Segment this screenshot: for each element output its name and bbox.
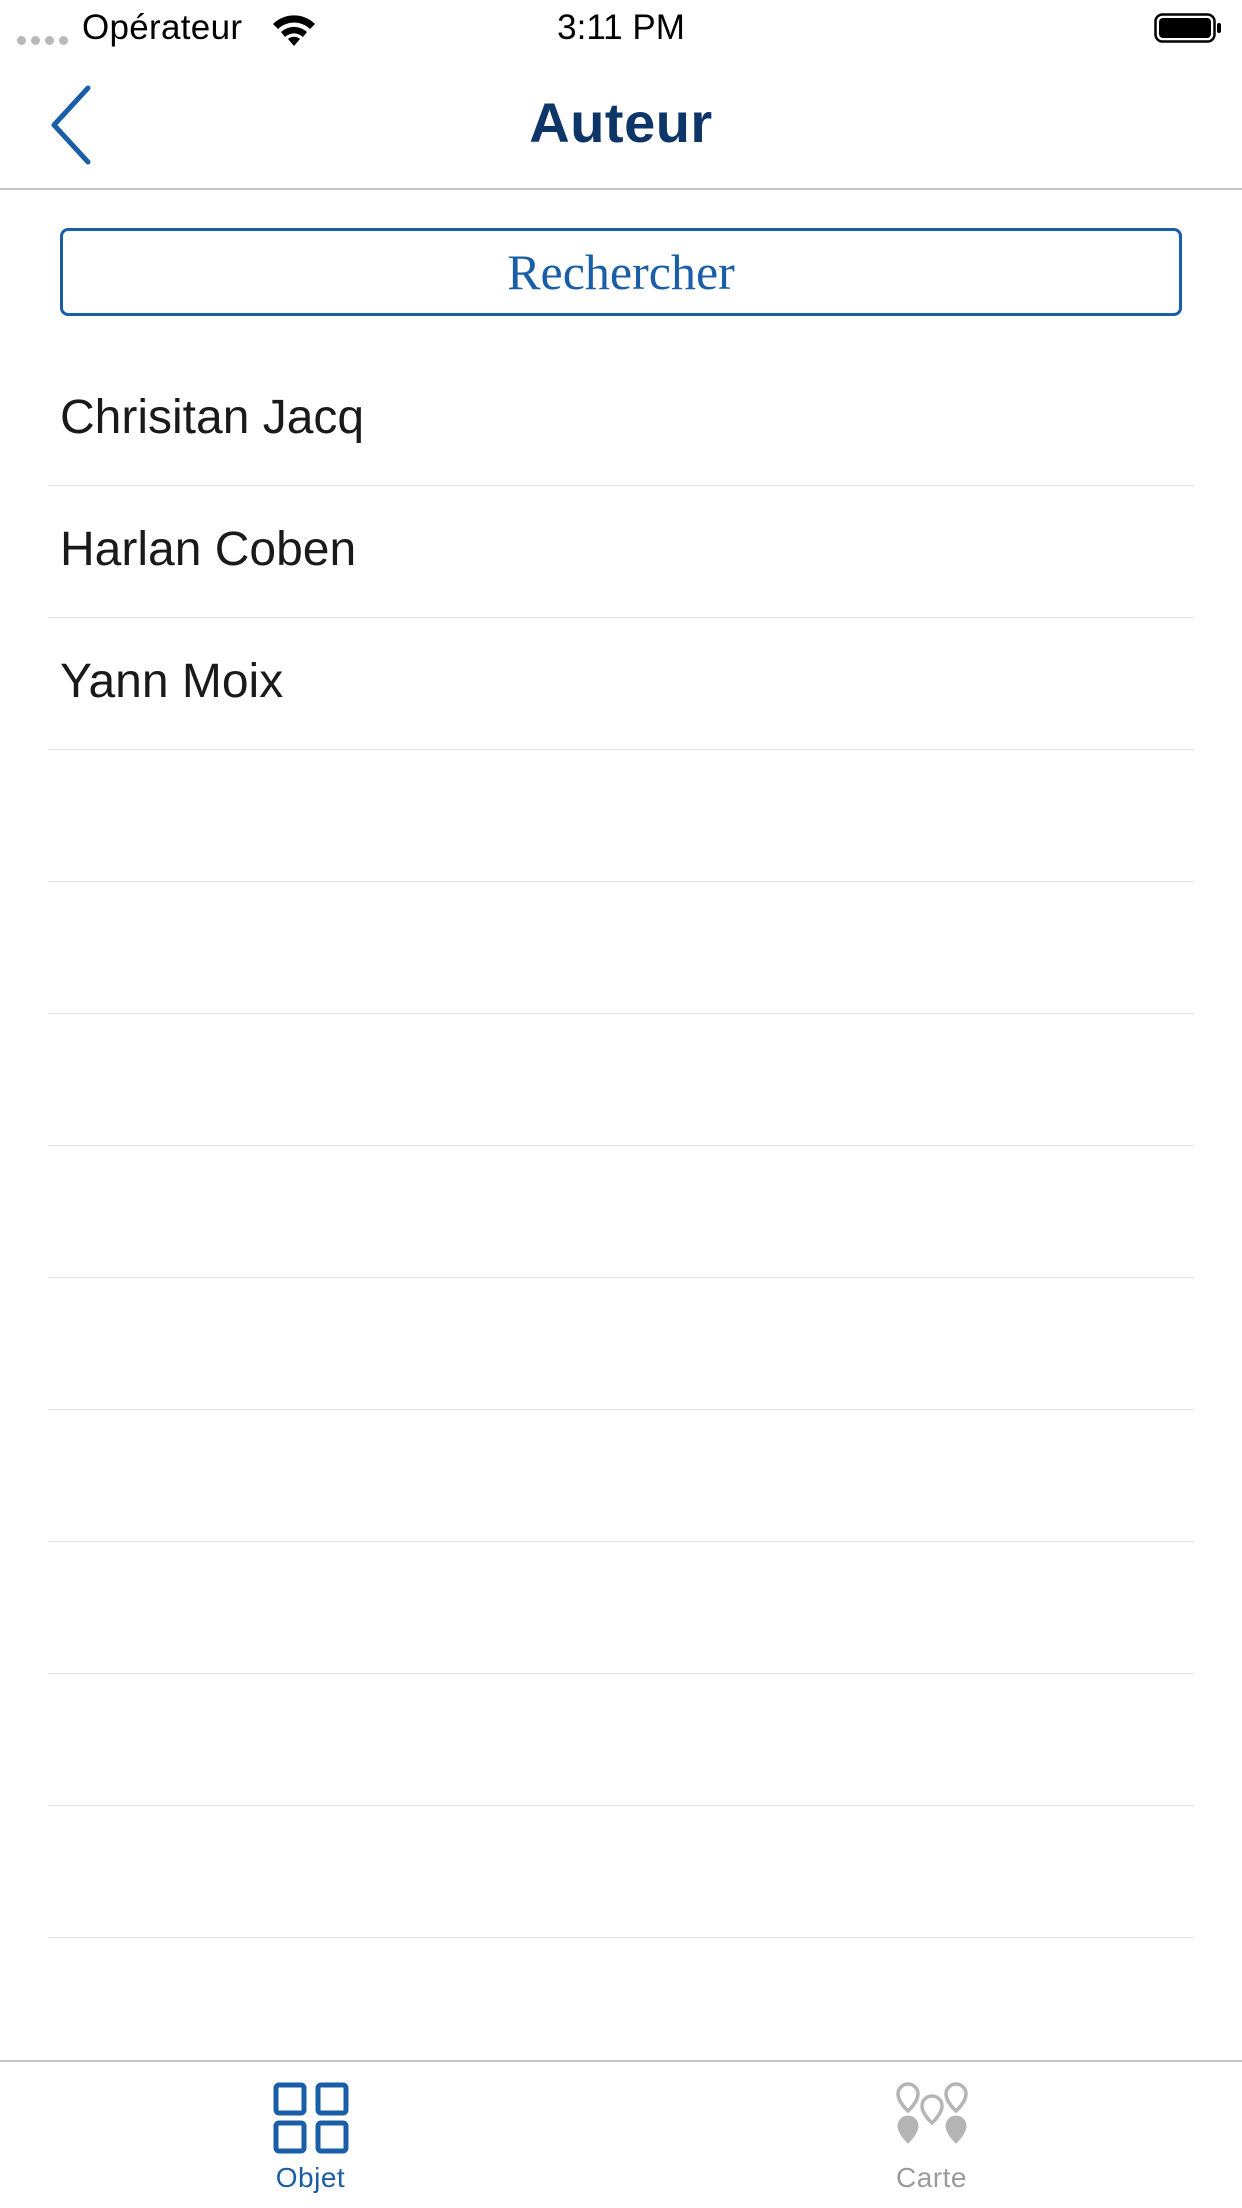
list-item[interactable]: Yann Moix	[0, 618, 1242, 750]
list-item[interactable]: Chrisitan Jacq	[0, 354, 1242, 486]
search-button[interactable]: Rechercher	[60, 228, 1182, 316]
status-time: 3:11 PM	[557, 8, 685, 47]
empty-row	[0, 1146, 1242, 1278]
list-item[interactable]: Harlan Coben	[0, 486, 1242, 618]
grid-icon	[273, 2082, 348, 2154]
list-item-label: Chrisitan Jacq	[60, 391, 365, 444]
empty-row	[0, 1674, 1242, 1806]
author-list: Chrisitan Jacq Harlan Coben Yann Moix	[0, 354, 1242, 1938]
empty-row	[0, 882, 1242, 1014]
tab-bar: Objet Carte	[0, 2060, 1242, 2208]
map-pins-icon	[895, 2082, 968, 2144]
empty-row	[0, 1014, 1242, 1146]
empty-row	[0, 750, 1242, 882]
tab-label: Objet	[275, 2162, 346, 2193]
battery-icon	[1154, 13, 1221, 43]
page-title: Auteur	[529, 91, 713, 154]
status-bar: Opérateur 3:11 PM	[0, 0, 1242, 60]
empty-row	[0, 1806, 1242, 1938]
empty-row	[0, 1278, 1242, 1410]
tab-objet[interactable]: Objet	[0, 2062, 621, 2208]
empty-row	[0, 1410, 1242, 1542]
list-item-label: Yann Moix	[60, 655, 284, 708]
empty-row	[0, 1542, 1242, 1674]
navigation-bar: Auteur	[0, 60, 1242, 190]
tab-label: Carte	[896, 2162, 967, 2193]
tab-carte[interactable]: Carte	[621, 2062, 1242, 2208]
list-item-label: Harlan Coben	[60, 523, 357, 576]
